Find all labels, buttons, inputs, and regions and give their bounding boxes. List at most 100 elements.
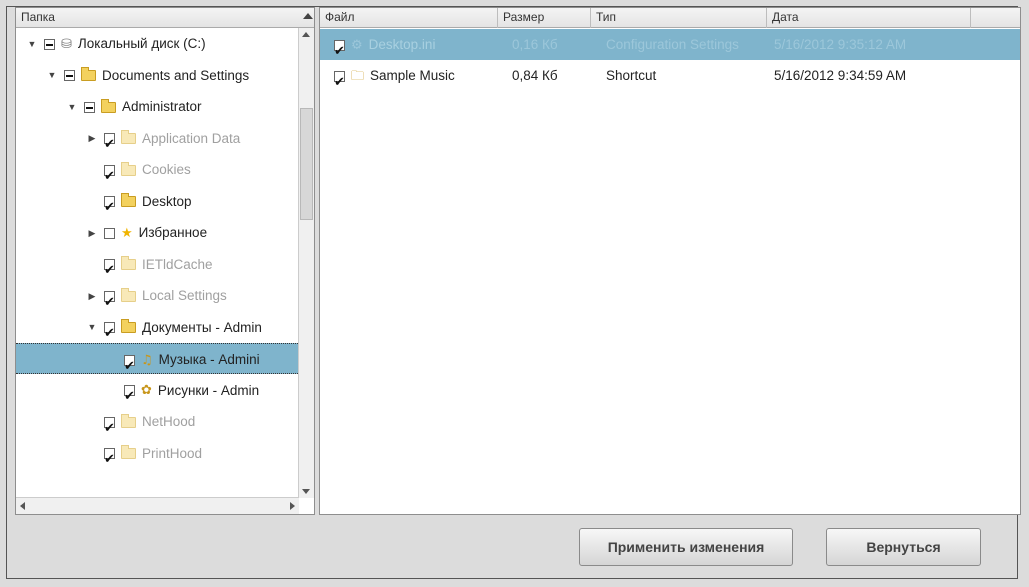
file-column-label: Файл xyxy=(325,10,355,24)
folder-icon xyxy=(121,413,136,428)
tree-item-checkbox[interactable] xyxy=(124,381,135,412)
shortcut-icon: 🗀 xyxy=(351,68,365,84)
tree-item[interactable]: ▼ ⛁ Локальный диск (C:) xyxy=(16,28,300,59)
music-folder-icon: ♫ xyxy=(141,352,153,368)
tree-item-checkbox[interactable] xyxy=(64,70,75,82)
tree-item-label: Локальный диск (C:) xyxy=(77,36,206,51)
tree-item-label: Desktop xyxy=(142,193,192,209)
tree-item-label: Cookies xyxy=(142,162,191,177)
dialog-frame: Папка ▼ ⛁ Локальный диск (C:) ▼ Documents an… xyxy=(6,6,1021,579)
tree-item-checkbox[interactable] xyxy=(44,38,55,50)
folder-icon xyxy=(121,161,136,176)
folder-icon xyxy=(121,287,136,302)
tree-item-checkbox[interactable] xyxy=(104,444,115,475)
tree-item-checkbox[interactable] xyxy=(104,413,115,444)
size-column-header[interactable]: Размер xyxy=(498,8,591,28)
tree-item[interactable]: ▼ Administrator xyxy=(16,91,300,122)
folder-icon xyxy=(121,445,136,460)
file-checkbox[interactable] xyxy=(334,36,345,67)
expanded-arrow-icon[interactable]: ▼ xyxy=(86,312,98,343)
tree-item[interactable]: PrintHood xyxy=(16,438,300,475)
folder-icon xyxy=(81,67,96,82)
tree-item-label: Музыка - Admini xyxy=(158,352,260,367)
tree-item-checkbox[interactable] xyxy=(104,255,115,286)
folder-icon xyxy=(121,319,136,334)
tree-item-label: Рисунки - Admin xyxy=(157,382,260,398)
file-date-cell: 5/16/2012 9:34:59 AM xyxy=(774,68,907,83)
back-button[interactable]: Вернуться xyxy=(826,528,981,566)
tree-scroll-thumb[interactable] xyxy=(300,108,313,220)
tree-item-checkbox[interactable] xyxy=(104,287,115,318)
tree-item[interactable]: ▶ Local Settings xyxy=(16,280,300,318)
collapsed-arrow-icon[interactable]: ▶ xyxy=(86,281,98,312)
star-folder-icon: ★ xyxy=(121,225,133,241)
pictures-folder-icon: ✿ xyxy=(141,383,152,399)
file-checkbox[interactable] xyxy=(334,67,345,98)
tree-item-label: Local Settings xyxy=(142,288,227,303)
expanded-arrow-icon[interactable]: ▼ xyxy=(26,29,38,60)
file-type-cell: Shortcut xyxy=(606,68,657,83)
file-column-header[interactable]: Файл xyxy=(320,8,498,28)
tree-item[interactable]: Desktop xyxy=(16,186,300,223)
tree-item-label: Documents and Settings xyxy=(102,67,250,83)
tree-item-label: Administrator xyxy=(122,99,202,114)
expanded-arrow-icon[interactable]: ▼ xyxy=(46,60,58,91)
tree-item-checkbox[interactable] xyxy=(104,192,115,223)
file-list-panel: Файл Размер Тип Дата ⚙ Desktop.ini 0,16 Кб… xyxy=(319,7,1021,515)
tree-item-label: IETldCache xyxy=(142,256,213,272)
collapsed-arrow-icon[interactable]: ▶ xyxy=(86,218,98,249)
tree-item[interactable]: ▼ Документы - Admin xyxy=(16,312,300,349)
tree-item[interactable]: ✿ Рисунки - Admin xyxy=(16,375,300,412)
drive-icon: ⛁ xyxy=(61,36,72,52)
date-column-header[interactable]: Дата xyxy=(767,8,971,28)
file-size-cell: 0,16 Кб xyxy=(512,37,558,52)
expanded-arrow-icon[interactable]: ▼ xyxy=(66,92,78,123)
folder-column-header[interactable]: Папка xyxy=(16,8,314,28)
date-column-label: Дата xyxy=(772,10,799,24)
file-name: Desktop.ini xyxy=(368,37,436,52)
filler-column-header xyxy=(971,8,1020,28)
type-column-header[interactable]: Тип xyxy=(591,8,767,28)
sort-ascending-icon xyxy=(303,13,313,19)
folder-icon xyxy=(101,98,116,113)
tree-item-label: Избранное xyxy=(138,225,208,240)
scroll-up-icon[interactable] xyxy=(302,32,310,37)
file-row[interactable]: 🗀 Sample Music 0,84 Кб Shortcut 5/16/2012 9:… xyxy=(320,60,1020,98)
tree-item-checkbox[interactable] xyxy=(104,227,115,239)
apply-changes-button[interactable]: Применить изменения xyxy=(579,528,793,566)
file-row[interactable]: ⚙ Desktop.ini 0,16 Кб Configuration Setting… xyxy=(320,29,1020,67)
tree-item[interactable]: NetHood xyxy=(16,406,300,444)
tree-item-checkbox[interactable] xyxy=(104,129,115,160)
tree-vertical-scrollbar[interactable] xyxy=(298,28,314,498)
folder-tree-panel: Папка ▼ ⛁ Локальный диск (C:) ▼ Documents an… xyxy=(15,7,315,515)
file-type-cell: Configuration Settings xyxy=(606,37,739,52)
tree-item-checkbox[interactable] xyxy=(124,351,135,382)
collapsed-arrow-icon[interactable]: ▶ xyxy=(86,123,98,154)
file-list-header: Файл Размер Тип Дата xyxy=(320,8,1020,28)
scroll-down-icon[interactable] xyxy=(302,489,310,494)
folder-icon xyxy=(121,130,136,145)
file-date-cell: 5/16/2012 9:35:12 AM xyxy=(774,37,907,52)
tree-item-label: Application Data xyxy=(142,130,241,146)
tree-item-checkbox[interactable] xyxy=(104,318,115,349)
file-name-cell: ⚙ Desktop.ini xyxy=(334,29,436,67)
file-size-cell: 0,84 Кб xyxy=(512,68,558,83)
tree-item[interactable]: ▶ ★ Избранное xyxy=(16,217,300,248)
tree-item[interactable]: ▼ Documents and Settings xyxy=(16,60,300,91)
tree-horizontal-scrollbar[interactable] xyxy=(16,497,299,514)
scroll-left-icon[interactable] xyxy=(20,502,25,510)
tree-item[interactable]: Cookies xyxy=(16,154,300,192)
type-column-label: Тип xyxy=(596,10,617,24)
tree-item-label: Документы - Admin xyxy=(142,319,262,335)
folder-icon xyxy=(121,193,136,208)
size-column-label: Размер xyxy=(503,10,545,24)
tree-item-checkbox[interactable] xyxy=(84,101,95,113)
file-name-cell: 🗀 Sample Music xyxy=(334,60,455,98)
tree-item[interactable]: ♫ Музыка - Admini xyxy=(16,343,300,382)
scroll-right-icon[interactable] xyxy=(290,502,295,510)
tree-item-checkbox[interactable] xyxy=(104,161,115,192)
tree-item[interactable]: IETldCache xyxy=(16,249,300,286)
tree-item-label: NetHood xyxy=(142,414,196,429)
file-name: Sample Music xyxy=(370,68,455,83)
tree-item[interactable]: ▶ Application Data xyxy=(16,123,300,160)
